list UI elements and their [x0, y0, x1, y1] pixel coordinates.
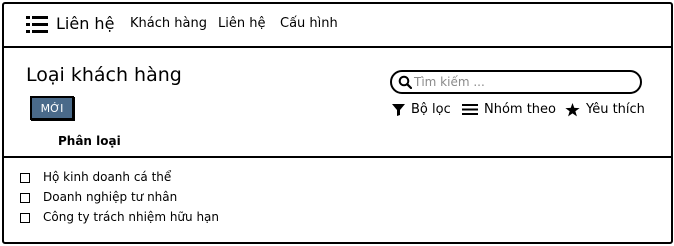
header-divider	[4, 156, 671, 158]
filter-button[interactable]: Bộ lọc	[392, 102, 451, 117]
favorites-label: Yêu thích	[586, 102, 645, 117]
column-header-phan-loai[interactable]: Phân loại	[58, 134, 121, 148]
nav-item-cau-hinh[interactable]: Cấu hình	[280, 16, 338, 31]
new-button[interactable]: MỚI	[30, 96, 74, 120]
group-by-label: Nhóm theo	[484, 102, 557, 117]
filter-icon	[392, 104, 405, 116]
row-checkbox[interactable]	[20, 213, 30, 223]
list-item-label[interactable]: Doanh nghiệp tư nhân	[43, 190, 177, 204]
group-by-icon	[462, 104, 478, 115]
favorites-button[interactable]: Yêu thích	[565, 102, 645, 117]
filter-label: Bộ lọc	[411, 102, 451, 117]
search-icon	[398, 75, 412, 89]
page-title: Loại khách hàng	[26, 64, 182, 86]
list-item[interactable]	[20, 189, 30, 207]
list-item[interactable]	[20, 169, 30, 187]
list-item-label[interactable]: Hộ kinh doanh cá thể	[43, 170, 171, 184]
nav-item-khach-hang[interactable]: Khách hàng	[130, 16, 207, 31]
nav-item-lien-he[interactable]: Liên hệ	[218, 16, 265, 31]
new-button-label: MỚI	[40, 101, 64, 115]
star-icon	[565, 102, 580, 116]
list-item[interactable]	[20, 209, 30, 227]
app-frame: Liên hệ Khách hàng Liên hệ Cấu hình Loại…	[2, 2, 673, 244]
list-item-label[interactable]: Công ty trách nhiệm hữu hạn	[43, 210, 219, 224]
row-checkbox[interactable]	[20, 193, 30, 203]
app-brand[interactable]: Liên hệ	[56, 14, 114, 33]
search-input[interactable]: Tìm kiếm ...	[390, 70, 642, 94]
row-checkbox[interactable]	[20, 173, 30, 183]
search-placeholder: Tìm kiếm ...	[414, 75, 485, 89]
hamburger-icon[interactable]	[26, 16, 48, 33]
top-navbar: Liên hệ Khách hàng Liên hệ Cấu hình	[4, 4, 671, 48]
group-by-button[interactable]: Nhóm theo	[462, 102, 556, 117]
